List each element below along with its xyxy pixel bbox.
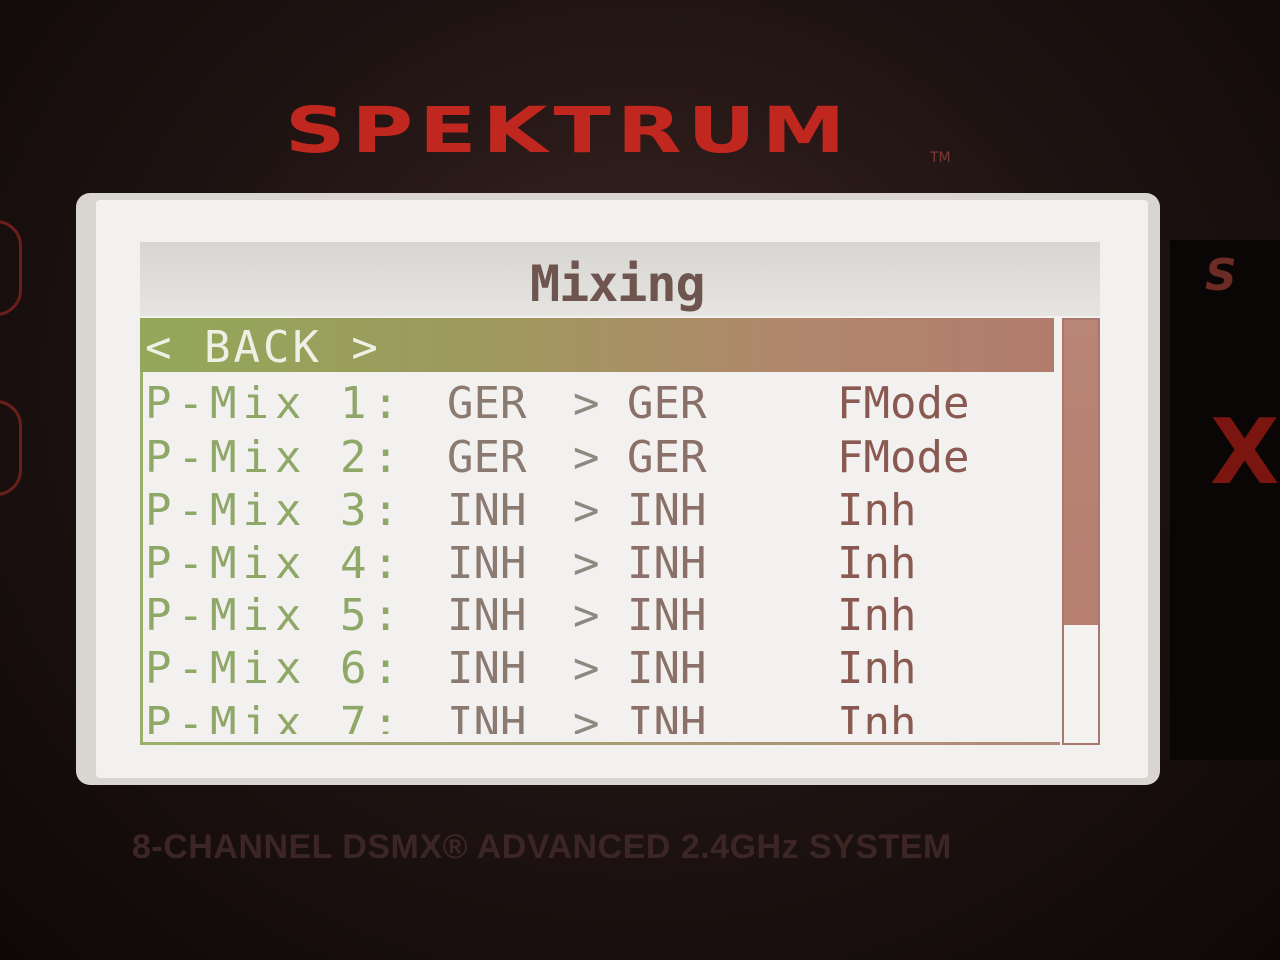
mix-name: P-Mix 4: bbox=[145, 538, 405, 589]
mix-arrow-icon: > bbox=[573, 485, 600, 536]
mix-switch[interactable]: Inh bbox=[837, 485, 916, 536]
mix-switch[interactable]: Inh bbox=[837, 538, 916, 589]
mix-source[interactable]: INH bbox=[447, 590, 526, 641]
left-button-ring bbox=[0, 220, 22, 316]
side-logo-glyph: S bbox=[1205, 250, 1237, 301]
mix-row-1[interactable]: P-Mix 1: GER > GER FMode bbox=[145, 378, 1045, 430]
mix-arrow-icon: > bbox=[573, 538, 600, 589]
scrollbar[interactable] bbox=[1062, 318, 1100, 745]
side-logo-x-glyph: X bbox=[1210, 400, 1280, 505]
mix-destination[interactable]: INH bbox=[627, 698, 706, 734]
mix-destination[interactable]: INH bbox=[627, 538, 706, 589]
mix-switch[interactable]: Inh bbox=[837, 643, 916, 694]
mix-name: P-Mix 6: bbox=[145, 643, 405, 694]
mix-destination[interactable]: GER bbox=[627, 432, 706, 483]
mix-row-2[interactable]: P-Mix 2: GER > GER FMode bbox=[145, 432, 1045, 484]
brand-logo: SPEKTRUM bbox=[285, 93, 852, 167]
mix-arrow-icon: > bbox=[573, 643, 600, 694]
mix-source[interactable]: GER bbox=[447, 378, 526, 429]
mix-name: P-Mix 2: bbox=[145, 432, 405, 483]
page-title: Mixing bbox=[530, 255, 706, 313]
mix-source[interactable]: INH bbox=[447, 538, 526, 589]
mix-source[interactable]: INH bbox=[447, 643, 526, 694]
mix-name: P-Mix 1: bbox=[145, 378, 405, 429]
mix-row-6[interactable]: P-Mix 6: INH > INH Inh bbox=[145, 643, 1045, 695]
left-button-ring-lower bbox=[0, 400, 22, 496]
side-logo-panel: S X bbox=[1170, 240, 1280, 760]
mix-source[interactable]: GER bbox=[447, 432, 526, 483]
mix-name: P-Mix 5: bbox=[145, 590, 405, 641]
mix-name: P-Mix 7: bbox=[145, 698, 405, 734]
mix-source[interactable]: INH bbox=[447, 698, 526, 734]
mix-switch[interactable]: Inh bbox=[837, 590, 916, 641]
mix-arrow-icon: > bbox=[573, 432, 600, 483]
mix-destination[interactable]: GER bbox=[627, 378, 706, 429]
mix-arrow-icon: > bbox=[573, 698, 600, 734]
mix-arrow-icon: > bbox=[573, 378, 600, 429]
mix-destination[interactable]: INH bbox=[627, 643, 706, 694]
mix-row-5[interactable]: P-Mix 5: INH > INH Inh bbox=[145, 590, 1045, 642]
scrollbar-thumb[interactable] bbox=[1064, 320, 1098, 625]
mix-row-7[interactable]: P-Mix 7: INH > INH Inh bbox=[145, 698, 1045, 734]
mix-switch[interactable]: Inh bbox=[837, 698, 916, 734]
mix-switch[interactable]: FMode bbox=[837, 432, 969, 483]
mix-switch[interactable]: FMode bbox=[837, 378, 969, 429]
back-button-label[interactable]: < BACK > bbox=[145, 322, 381, 373]
mix-source[interactable]: INH bbox=[447, 485, 526, 536]
trademark-mark: TM bbox=[930, 150, 951, 166]
mix-arrow-icon: > bbox=[573, 590, 600, 641]
mix-row-4[interactable]: P-Mix 4: INH > INH Inh bbox=[145, 538, 1045, 590]
mix-destination[interactable]: INH bbox=[627, 485, 706, 536]
mix-row-3[interactable]: P-Mix 3: INH > INH Inh bbox=[145, 485, 1045, 537]
list-bottom-border bbox=[140, 742, 1060, 745]
mix-name: P-Mix 3: bbox=[145, 485, 405, 536]
mix-destination[interactable]: INH bbox=[627, 590, 706, 641]
system-caption: 8-CHANNEL DSMX® ADVANCED 2.4GHz SYSTEM bbox=[132, 828, 952, 866]
list-left-border bbox=[140, 318, 143, 745]
